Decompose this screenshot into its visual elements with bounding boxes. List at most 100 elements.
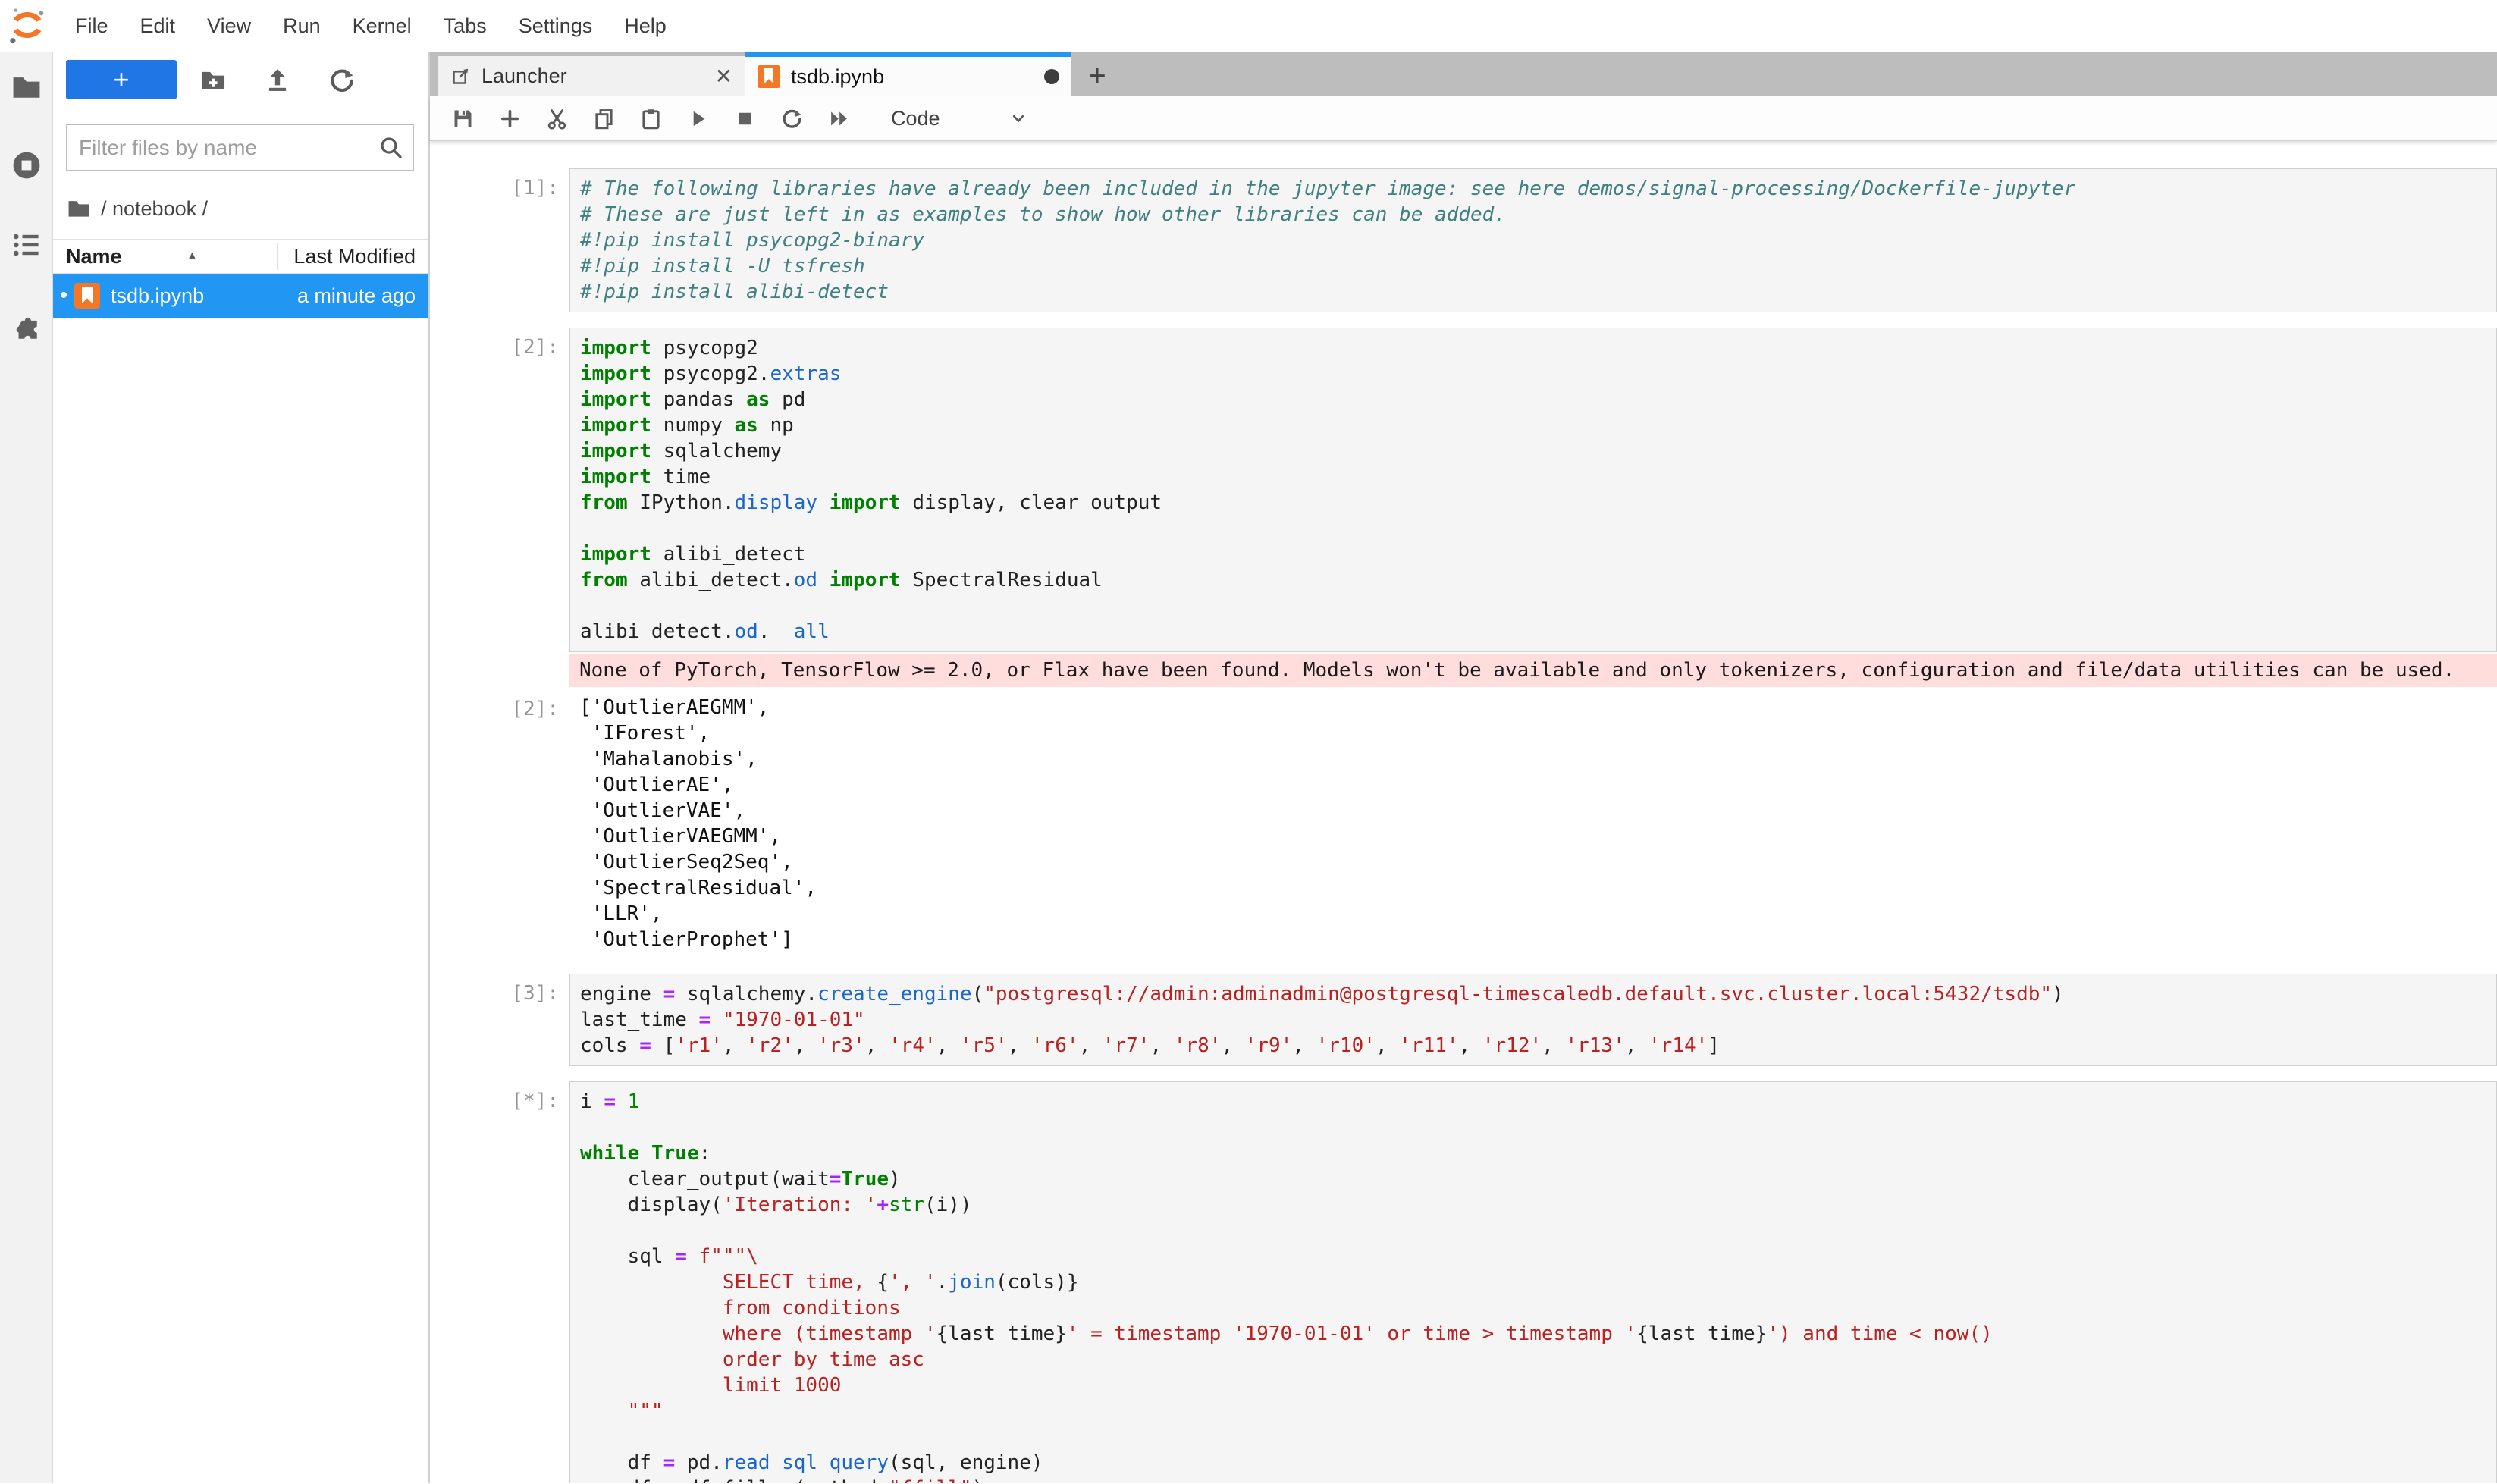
code-token: order by time asc bbox=[580, 1348, 924, 1371]
menu-settings[interactable]: Settings bbox=[503, 0, 609, 52]
code-token: [ bbox=[651, 1034, 675, 1057]
jupyter-logo-icon bbox=[6, 5, 49, 47]
breadcrumb-path[interactable]: / notebook / bbox=[101, 197, 208, 221]
column-divider bbox=[277, 243, 278, 270]
notebook-cell[interactable]: [3]:engine = sqlalchemy.create_engine("p… bbox=[430, 974, 2497, 1066]
tab-launcher[interactable]: Launcher ✕ bbox=[438, 56, 745, 96]
paste-cells-button[interactable] bbox=[639, 107, 663, 130]
table-of-contents-tab-icon[interactable] bbox=[10, 228, 43, 262]
code-line: #!pip install -U tsfresh bbox=[580, 253, 2496, 279]
cell-editor[interactable]: i = 1 while True: clear_output(wait=True… bbox=[569, 1081, 2497, 1483]
code-token: import bbox=[580, 414, 651, 437]
chevron-down-icon[interactable] bbox=[1008, 108, 1029, 129]
code-token: ') and time < now() bbox=[1767, 1322, 1992, 1345]
code-token: 'r1' bbox=[675, 1034, 723, 1057]
code-line: from IPython.display import display, cle… bbox=[580, 490, 2496, 516]
code-token: import bbox=[830, 569, 901, 591]
menu-kernel[interactable]: Kernel bbox=[337, 0, 428, 52]
code-token: SpectralResidual bbox=[901, 569, 1103, 591]
code-token: import bbox=[580, 543, 651, 566]
code-line: last_time = "1970-01-01" bbox=[580, 1007, 2496, 1033]
close-tab-icon[interactable]: ✕ bbox=[715, 64, 732, 89]
code-token: od bbox=[794, 569, 817, 591]
sort-asc-icon[interactable]: ▲ bbox=[187, 249, 199, 263]
notebook-cell[interactable]: [1]:# The following libraries have alrea… bbox=[430, 168, 2497, 312]
code-token: __all__ bbox=[770, 620, 853, 643]
new-launcher-button[interactable]: + bbox=[66, 60, 177, 99]
code-token: 'r5' bbox=[960, 1034, 1008, 1057]
new-folder-icon[interactable] bbox=[199, 66, 227, 95]
code-token: = bbox=[663, 983, 676, 1006]
restart-run-all-button[interactable] bbox=[827, 107, 851, 130]
cut-cells-button[interactable] bbox=[545, 107, 569, 130]
running-kernels-tab-icon[interactable] bbox=[10, 149, 43, 182]
code-token: , bbox=[1008, 1034, 1031, 1057]
file-row[interactable]: • tsdb.ipynb a minute ago bbox=[53, 274, 428, 318]
column-name[interactable]: Name bbox=[53, 245, 122, 268]
code-line: import numpy as np bbox=[580, 413, 2496, 438]
insert-cell-button[interactable] bbox=[498, 107, 522, 130]
code-token: , bbox=[1376, 1034, 1399, 1057]
menu-file[interactable]: File bbox=[59, 0, 124, 52]
code-token: 'r9' bbox=[1245, 1034, 1293, 1057]
code-token: # The following libraries have already b… bbox=[580, 177, 2075, 200]
menu-help[interactable]: Help bbox=[608, 0, 682, 52]
tab-label: tsdb.ipynb bbox=[791, 65, 884, 89]
code-token: psycopg2 bbox=[651, 337, 758, 359]
filter-input-wrap bbox=[66, 124, 414, 171]
dock-tab-bar: Launcher ✕ tsdb.ipynb + bbox=[430, 52, 2497, 96]
new-tab-button[interactable]: + bbox=[1079, 56, 1115, 96]
save-button[interactable] bbox=[451, 107, 475, 130]
cell-list: [1]:# The following libraries have alrea… bbox=[430, 141, 2497, 1483]
code-token: SELECT time, bbox=[580, 1271, 877, 1294]
cell-editor[interactable]: # The following libraries have already b… bbox=[569, 168, 2497, 312]
code-token: sql bbox=[580, 1245, 675, 1268]
notebook-scroll-area[interactable]: [1]:# The following libraries have alrea… bbox=[430, 141, 2497, 1483]
code-token: time bbox=[651, 466, 711, 488]
cell-type-dropdown[interactable]: Code bbox=[891, 107, 940, 130]
code-line: where (timestamp '{last_time}' = timesta… bbox=[580, 1321, 2496, 1347]
code-token: create_engine bbox=[817, 983, 972, 1006]
cell-editor[interactable]: engine = sqlalchemy.create_engine("postg… bbox=[569, 974, 2497, 1066]
activity-bar bbox=[0, 52, 53, 1483]
menu-run[interactable]: Run bbox=[267, 0, 337, 52]
notebook-cell[interactable]: [*]:i = 1 while True: clear_output(wait=… bbox=[430, 1081, 2497, 1483]
run-button[interactable] bbox=[686, 107, 710, 130]
refresh-icon[interactable] bbox=[328, 66, 356, 95]
code-token: 'r8' bbox=[1174, 1034, 1222, 1057]
code-token: = bbox=[830, 1168, 842, 1191]
code-token: #!pip install alibi-detect bbox=[580, 281, 889, 303]
code-token: , bbox=[1292, 1034, 1316, 1057]
tab-tsdb-notebook[interactable]: tsdb.ipynb bbox=[745, 52, 1071, 96]
code-line: df = df.fillna(method="ffill") bbox=[580, 1476, 2496, 1483]
code-token: . bbox=[936, 1271, 949, 1294]
upload-icon[interactable] bbox=[263, 66, 292, 95]
code-token: """ bbox=[580, 1400, 663, 1423]
file-browser-tab-icon[interactable] bbox=[10, 71, 43, 104]
code-token: import bbox=[580, 388, 651, 411]
menu-tabs[interactable]: Tabs bbox=[428, 0, 503, 52]
file-name: tsdb.ipynb bbox=[111, 284, 204, 308]
home-folder-icon[interactable] bbox=[66, 196, 92, 221]
filter-files-input[interactable] bbox=[67, 136, 378, 160]
code-token: clear_output(wait bbox=[580, 1168, 830, 1191]
code-token: (sql, engine) bbox=[889, 1451, 1043, 1474]
menu-view[interactable]: View bbox=[191, 0, 267, 52]
code-line: """ bbox=[580, 1398, 2496, 1424]
cell-editor[interactable]: import psycopg2import psycopg2.extrasimp… bbox=[569, 328, 2497, 652]
interrupt-kernel-button[interactable] bbox=[733, 107, 757, 130]
extension-manager-tab-icon[interactable] bbox=[10, 312, 43, 345]
unsaved-changes-icon[interactable] bbox=[1044, 69, 1059, 84]
notebook-tab-icon bbox=[758, 65, 780, 88]
code-token: sqlalchemy. bbox=[675, 983, 817, 1006]
cell-output-prompt: [2]: bbox=[430, 689, 569, 958]
code-line: SELECT time, {', '.join(cols)} bbox=[580, 1269, 2496, 1295]
column-last-modified[interactable]: Last Modified bbox=[293, 245, 428, 268]
code-token: ', ' bbox=[889, 1271, 936, 1294]
code-token: display, clear_output bbox=[901, 491, 1162, 514]
copy-cells-button[interactable] bbox=[592, 107, 616, 130]
notebook-cell[interactable]: [2]:import psycopg2import psycopg2.extra… bbox=[430, 328, 2497, 652]
code-line: import alibi_detect bbox=[580, 541, 2496, 567]
restart-kernel-button[interactable] bbox=[780, 107, 804, 130]
menu-edit[interactable]: Edit bbox=[124, 0, 192, 52]
